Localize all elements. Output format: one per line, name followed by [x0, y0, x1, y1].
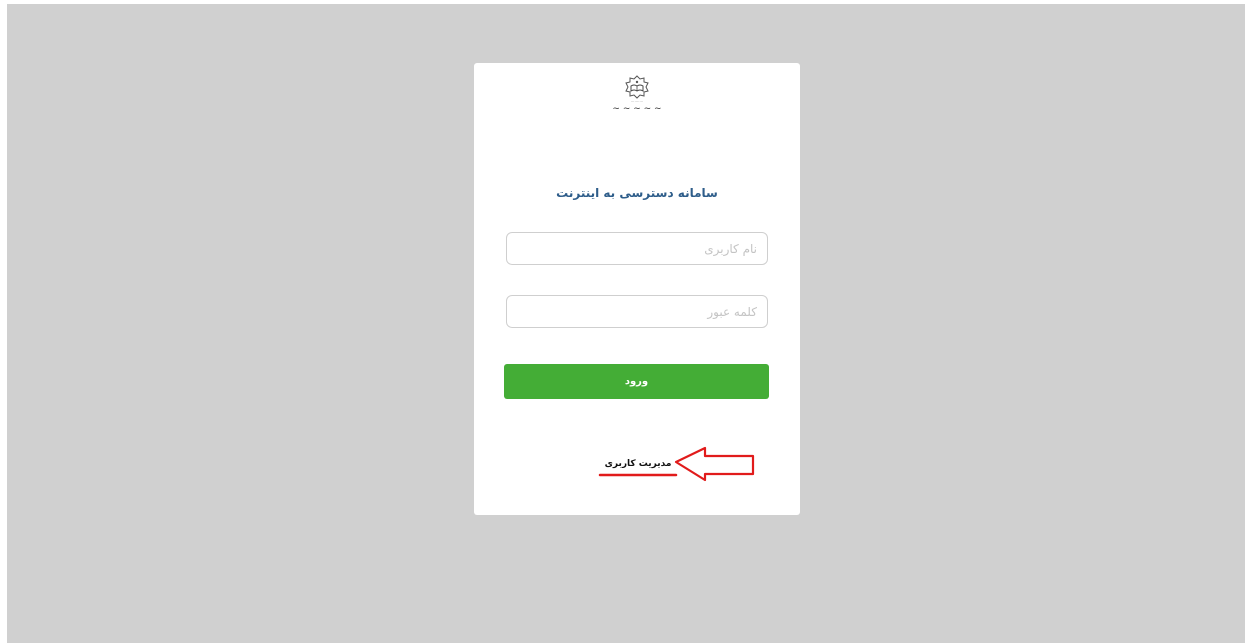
login-button[interactable]: ورود [504, 364, 769, 399]
logo: .......... ~ ~ ~ ~ ~ [474, 63, 800, 145]
username-input[interactable] [506, 232, 768, 265]
page-title: سامانه دسترسی به اینترنت [556, 186, 718, 200]
arrow-left-outline-icon [598, 446, 755, 482]
logo-caption: .......... ~ ~ ~ ~ ~ [612, 98, 662, 114]
institution-emblem-icon [625, 75, 649, 99]
password-input[interactable] [506, 295, 768, 328]
